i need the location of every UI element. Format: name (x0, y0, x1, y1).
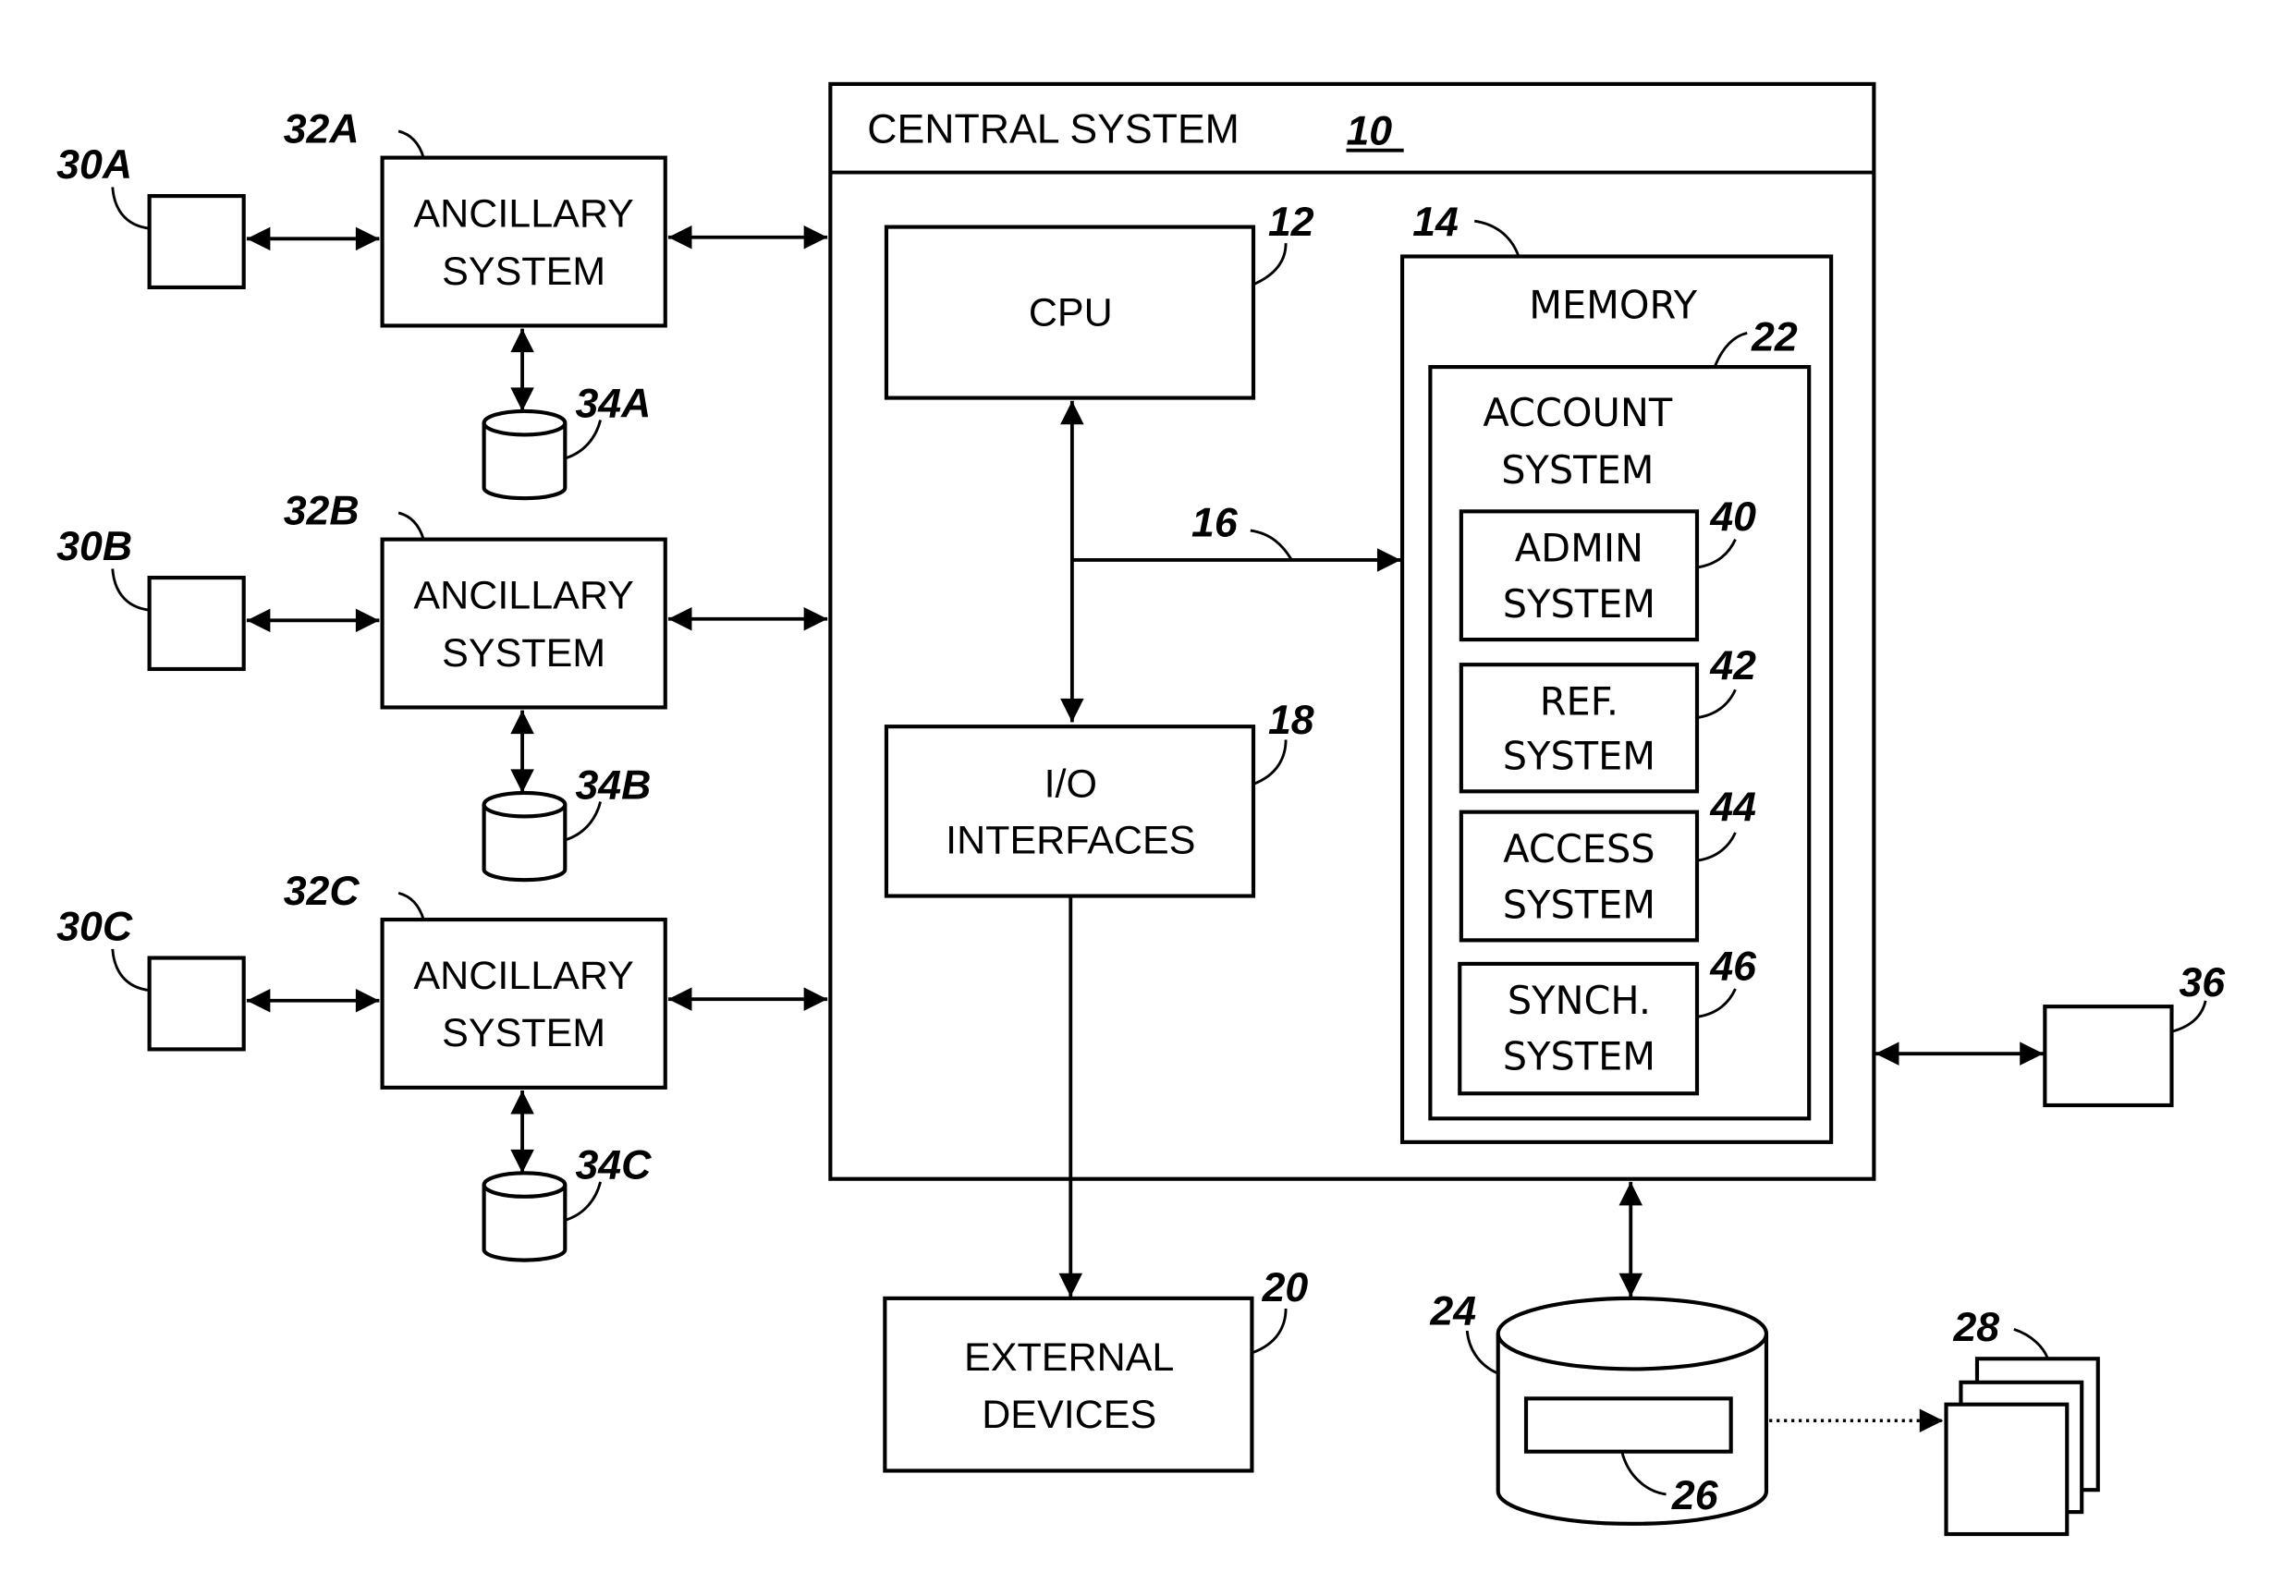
ancillary-label-line1-b: ANCILLARY (413, 574, 633, 618)
ref-ref: 42 (1709, 643, 1756, 688)
central-system-label: CENTRAL SYSTEM (867, 107, 1240, 152)
io-label-line1: I/O (1044, 762, 1097, 807)
account-label-line2: SYSTEM (1501, 448, 1654, 493)
admin-ref: 40 (1709, 494, 1756, 540)
device36-box (2043, 1005, 2174, 1108)
db-ref-a: 34A (575, 381, 651, 426)
memory-label: MEMORY (1529, 283, 1698, 327)
io-interfaces: I/O INTERFACES 18 (884, 698, 1314, 898)
io-box (884, 725, 1256, 898)
central-system-ref: 10 (1346, 108, 1392, 153)
db-top-a (482, 408, 568, 437)
db-top-c (482, 1171, 568, 1199)
external-label-line1: EXTERNAL (964, 1335, 1174, 1380)
io-label-line2: INTERFACES (946, 818, 1195, 862)
io-ref: 18 (1268, 698, 1314, 743)
db-ref-c: 34C (575, 1143, 652, 1188)
ancillary-row-b: 30B ANCILLARY SYSTEM 32B 34B (56, 489, 828, 883)
ancillary-leader-a (397, 129, 425, 159)
ancillary-label-line1-a: ANCILLARY (413, 192, 633, 237)
bus-ref: 16 (1191, 500, 1239, 545)
documents-leader (2013, 1328, 2049, 1359)
admin-label-line2: SYSTEM (1503, 582, 1655, 627)
ancillary-box-a (380, 155, 667, 328)
ancillary-leader-b (397, 511, 425, 541)
ancillary-box-c (380, 917, 667, 1090)
ancillary-row-c: 30C ANCILLARY SYSTEM 32C 34C (56, 869, 828, 1262)
storage-record (1523, 1396, 1733, 1454)
storage-ref: 24 (1429, 1289, 1476, 1334)
access-label-line1: ACCESS (1503, 827, 1655, 871)
synch-ref: 46 (1709, 944, 1757, 989)
ancillary-ref-c: 32C (284, 869, 360, 914)
access-ref: 44 (1709, 785, 1756, 830)
account-ref: 22 (1751, 315, 1798, 360)
ref-label-line1: REF. (1540, 679, 1618, 724)
device-box-b (147, 576, 246, 672)
ancillary-label-line1-c: ANCILLARY (413, 954, 633, 998)
cpu: CPU 12 (884, 200, 1314, 400)
device-leader-b (111, 568, 150, 612)
synch-label-line2: SYSTEM (1503, 1035, 1655, 1079)
db-top-b (482, 790, 568, 819)
external-label-line2: DEVICES (982, 1393, 1156, 1437)
device-leader-a (111, 187, 150, 230)
ancillary-ref-a: 32A (284, 107, 360, 152)
ancillary-systems: 30A ANCILLARY SYSTEM 32A 34A 30B ANCILLARY SYST… (56, 107, 828, 1262)
device-box-c (147, 956, 246, 1052)
memory-ref: 14 (1412, 200, 1459, 245)
documents-ref: 28 (1952, 1305, 1999, 1350)
record-ref: 26 (1671, 1473, 1719, 1518)
storage-leader (1465, 1330, 1499, 1375)
ref-label-line2: SYSTEM (1503, 734, 1655, 778)
device-ref-b: 30B (56, 524, 132, 569)
device-ref-a: 30A (56, 142, 132, 188)
account-label-line1: ACCOUNT (1483, 391, 1672, 435)
ancillary-box-b (380, 537, 667, 710)
system-diagram: CENTRAL SYSTEM 10 CPU 12 16 I/O INTERFAC… (56, 81, 2226, 1537)
access-label-line2: SYSTEM (1503, 883, 1655, 927)
ancillary-row-a: 30A ANCILLARY SYSTEM 32A 34A (56, 107, 828, 501)
device36-ref: 36 (2179, 960, 2226, 1005)
storage-database: 24 26 (1429, 1289, 1769, 1526)
admin-label-line1: ADMIN (1515, 527, 1643, 571)
document-front (1944, 1402, 2070, 1537)
external-box (883, 1296, 1254, 1473)
storage-cylinder-top (1496, 1296, 1769, 1371)
ancillary-label-line2-a: SYSTEM (442, 250, 605, 294)
cpu-ref: 12 (1268, 200, 1314, 245)
ancillary-ref-b: 32B (284, 489, 360, 534)
external-ref: 20 (1262, 1265, 1309, 1310)
documents-stack: 28 (1944, 1305, 2100, 1537)
cpu-label: CPU (1029, 290, 1113, 335)
device-ref-c: 30C (56, 904, 133, 949)
db-ref-b: 34B (575, 762, 651, 808)
ancillary-label-line2-b: SYSTEM (442, 631, 605, 676)
ancillary-label-line2-c: SYSTEM (442, 1011, 605, 1055)
device-leader-c (111, 948, 150, 993)
device-box-a (147, 194, 246, 290)
ancillary-leader-c (397, 891, 425, 920)
external-leader (1251, 1309, 1288, 1355)
synch-label-line1: SYNCH. (1508, 979, 1651, 1023)
external-devices: EXTERNAL DEVICES 20 (883, 1265, 1309, 1473)
